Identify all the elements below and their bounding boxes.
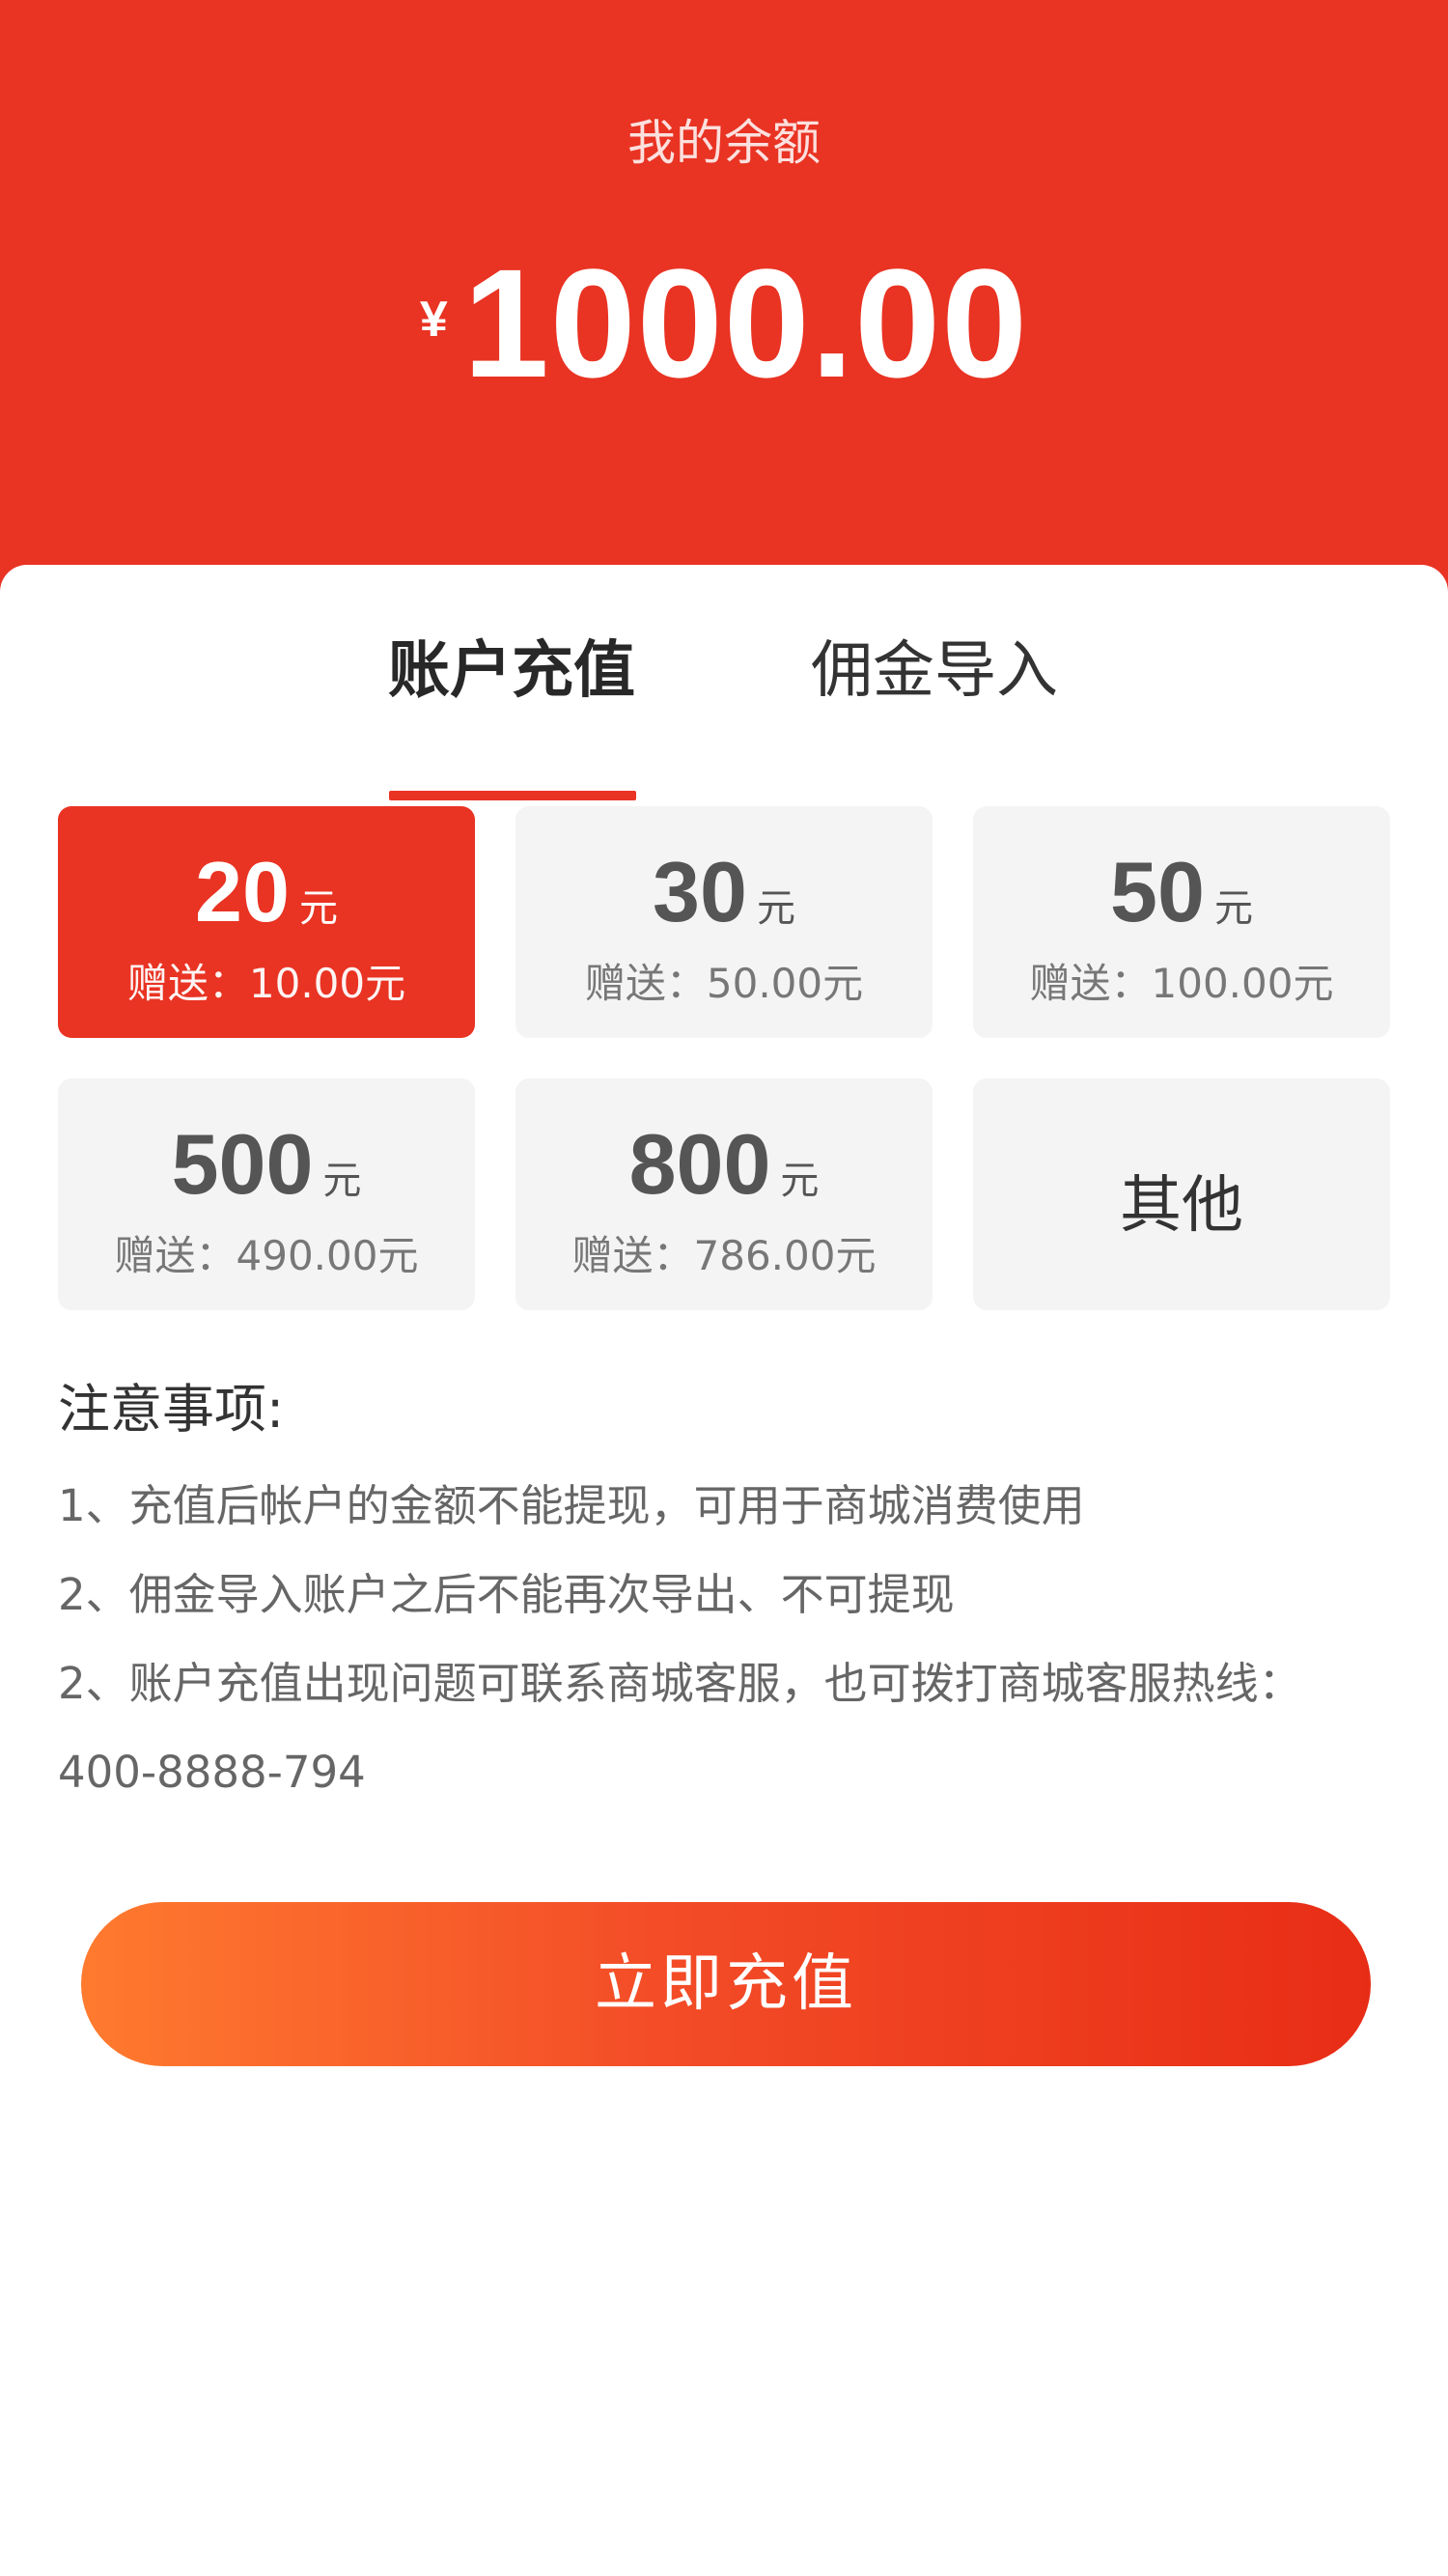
tab-commission-import[interactable]: 佣金导入 bbox=[809, 623, 1060, 719]
balance-display: ¥1000.00 bbox=[0, 241, 1448, 406]
option-unit: 元 bbox=[322, 1160, 362, 1202]
option-other-label: 其他 bbox=[1120, 1170, 1243, 1242]
option-amount: 800 bbox=[628, 1116, 771, 1212]
balance-header: 我的余额 ¥1000.00 bbox=[0, 0, 1448, 618]
note-item: 2、账户充值出现问题可联系商城客服，也可拨打商城客服热线： bbox=[58, 1658, 1302, 1709]
recharge-option-800[interactable]: 800 元 赠送：786.00元 bbox=[515, 1078, 933, 1310]
option-unit: 元 bbox=[1213, 887, 1253, 930]
option-gift: 赠送：490.00元 bbox=[114, 1232, 419, 1279]
option-price: 800 元 bbox=[515, 1115, 933, 1214]
recharge-option-other[interactable]: 其他 bbox=[973, 1078, 1390, 1310]
notes-section: 注意事项: 1、充值后帐户的金额不能提现，可用于商城消费使用 2、佣金导入账户之… bbox=[58, 1371, 1400, 1817]
option-gift: 赠送：100.00元 bbox=[1029, 960, 1334, 1007]
tab-bar: 账户充值 佣金导入 bbox=[0, 623, 1448, 800]
option-gift: 赠送：10.00元 bbox=[126, 960, 406, 1007]
header-title: 我的余额 bbox=[627, 115, 821, 171]
option-unit: 元 bbox=[780, 1160, 820, 1202]
recharge-option-500[interactable]: 500 元 赠送：490.00元 bbox=[58, 1078, 475, 1310]
note-item: 2、佣金导入账户之后不能再次导出、不可提现 bbox=[58, 1569, 955, 1620]
balance-amount: 1000.00 bbox=[462, 237, 1029, 409]
option-gift: 赠送：786.00元 bbox=[571, 1232, 877, 1279]
recharge-now-button[interactable]: 立即充值 bbox=[81, 1902, 1371, 2066]
option-price: 20 元 bbox=[58, 843, 475, 941]
option-price: 30 元 bbox=[515, 843, 933, 941]
active-tab-indicator bbox=[389, 791, 636, 800]
recharge-option-30[interactable]: 30 元 赠送：50.00元 bbox=[515, 806, 933, 1038]
option-price: 500 元 bbox=[58, 1115, 475, 1214]
option-amount: 500 bbox=[171, 1116, 314, 1212]
option-gift: 赠送：50.00元 bbox=[584, 960, 864, 1007]
tab-account-recharge[interactable]: 账户充值 bbox=[384, 623, 639, 719]
option-amount: 50 bbox=[1110, 844, 1205, 939]
option-unit: 元 bbox=[756, 887, 795, 930]
note-item: 1、充值后帐户的金额不能提现，可用于商城消费使用 bbox=[58, 1480, 1085, 1531]
recharge-option-50[interactable]: 50 元 赠送：100.00元 bbox=[973, 806, 1390, 1038]
option-unit: 元 bbox=[298, 887, 338, 930]
currency-symbol: ¥ bbox=[419, 292, 448, 348]
option-amount: 20 bbox=[195, 844, 290, 939]
recharge-option-20[interactable]: 20 元 赠送：10.00元 bbox=[58, 806, 475, 1038]
notes-title: 注意事项: bbox=[58, 1379, 285, 1440]
option-amount: 30 bbox=[653, 844, 747, 939]
hotline-number: 400-8888-794 bbox=[58, 1747, 366, 1798]
recharge-card: 账户充值 佣金导入 20 元 赠送：10.00元 30 元 赠送：50.00元 50… bbox=[0, 565, 1448, 2576]
option-price: 50 元 bbox=[973, 843, 1390, 941]
